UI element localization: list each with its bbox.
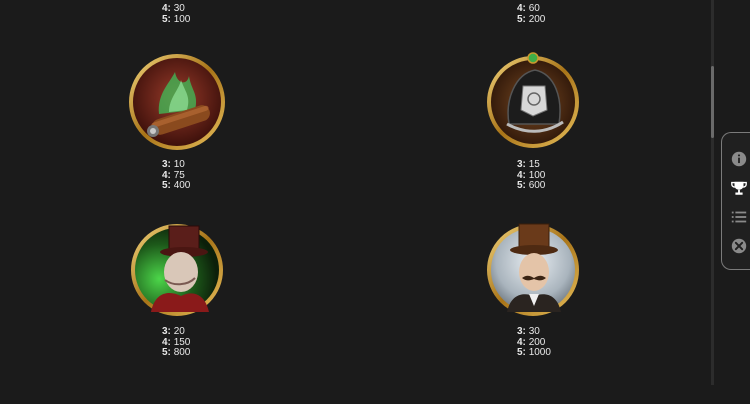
payout-list: 3: 20 4: 150 5: 800 bbox=[162, 326, 191, 359]
info-button[interactable] bbox=[729, 149, 749, 169]
villain-top-hat-symbol bbox=[129, 220, 225, 316]
side-menu bbox=[721, 132, 750, 270]
payout-row: 5: 200 bbox=[517, 13, 546, 25]
cigar-symbol bbox=[129, 54, 225, 150]
paytable: 4: 30 5: 100 4: 60 5: 200 3: 10 4: 75 5:… bbox=[0, 0, 712, 404]
payout-list: 4: 30 5: 100 bbox=[162, 3, 191, 25]
payout-row: 5: 800 bbox=[162, 347, 191, 358]
scrollbar-thumb[interactable] bbox=[711, 66, 714, 138]
payout-list: 3: 30 4: 200 5: 1000 bbox=[517, 326, 551, 359]
payout-row: 5: 100 bbox=[162, 13, 191, 25]
payout-list: 3: 10 4: 75 5: 400 bbox=[162, 159, 191, 192]
close-button[interactable] bbox=[729, 236, 749, 256]
payout-row: 5: 600 bbox=[517, 180, 546, 191]
trophy-icon bbox=[731, 181, 747, 195]
payout-row: 5: 400 bbox=[162, 180, 191, 191]
police-helmet-symbol bbox=[485, 52, 581, 148]
paytable-button[interactable] bbox=[729, 178, 749, 198]
info-icon bbox=[731, 151, 747, 167]
gentleman-mustache-symbol bbox=[485, 220, 581, 316]
rules-button[interactable] bbox=[729, 207, 749, 227]
scrollbar-track[interactable] bbox=[711, 0, 714, 385]
payout-list: 3: 15 4: 100 5: 600 bbox=[517, 159, 546, 192]
list-icon bbox=[731, 211, 747, 223]
payout-row: 5: 1000 bbox=[517, 347, 551, 358]
close-icon bbox=[731, 238, 747, 254]
payout-list: 4: 60 5: 200 bbox=[517, 3, 546, 25]
